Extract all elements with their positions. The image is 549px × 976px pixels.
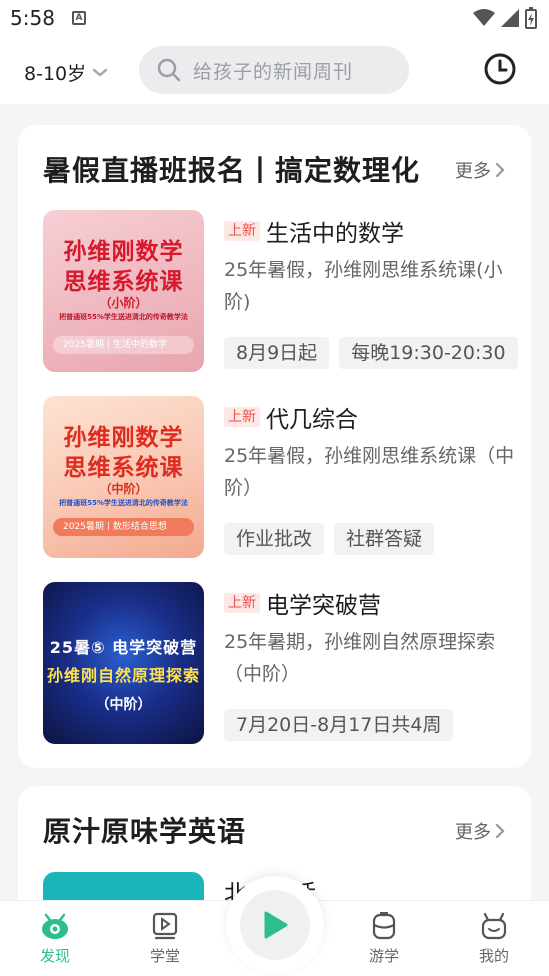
tab-label: 学堂 — [149, 947, 180, 965]
more-label: 更多 — [455, 822, 491, 843]
course-title-row: 上新 生活中的数学 — [224, 214, 404, 248]
wifi-icon — [473, 9, 495, 26]
course-thumbnail: 孙维刚数学 思维系统课 （小阶） 把普通班55%学生送进清北的传奇教学法 202… — [43, 210, 204, 372]
course-tag: 8月9日起 — [224, 337, 330, 369]
status-time: 5:58 — [10, 6, 55, 30]
top-header: 8-10岁 给孩子的新闻周刊 — [0, 40, 549, 104]
section-title: 原汁原味学英语 — [43, 815, 247, 848]
course-name: 代几综合 — [266, 407, 358, 433]
more-link[interactable]: 更多 — [455, 818, 505, 844]
course-tag: 7月20日-8月17日共4周 — [224, 709, 454, 741]
tab-discover[interactable]: 发现 — [20, 911, 90, 966]
chevron-right-icon — [495, 823, 505, 839]
course-name: 电学突破营 — [266, 593, 381, 619]
thumb-footer: 2025暑期丨生活中的数学 — [53, 336, 194, 354]
thumb-line1: 25暑⑤ 电学突破营 — [49, 638, 198, 657]
summer-live-class-section: 暑假直播班报名丨搞定数理化 更多 孙维刚数学 思维系统课 （小阶） 把普通班55… — [18, 125, 531, 768]
play-button-inner — [240, 890, 310, 960]
course-item[interactable]: 孙维刚数学 思维系统课 （中阶） 把普通班55%学生送进清北的传奇教学法 202… — [43, 396, 523, 558]
course-description: 25年暑期，孙维刚自然原理探索（中阶） — [224, 631, 496, 685]
play-button[interactable] — [226, 876, 324, 974]
tab-label: 我的 — [478, 947, 509, 965]
thumb-stage: （中阶） — [95, 697, 152, 713]
new-badge: 上新 — [224, 407, 260, 427]
sim-icon: A — [72, 11, 86, 25]
thumb-line2: 孙维刚自然原理探索 — [46, 666, 200, 685]
thumb-line1: 孙维刚数学 — [63, 425, 184, 451]
course-thumbnail: 25暑⑤ 电学突破营 孙维刚自然原理探索 （中阶） — [43, 582, 204, 744]
age-label: 8-10岁 — [24, 63, 87, 85]
course-title-row: 上新 代几综合 — [224, 400, 358, 434]
tab-classroom[interactable]: 学堂 — [130, 911, 200, 966]
course-tag: 每晚19:30-20:30 — [339, 337, 518, 369]
tab-label: 发现 — [39, 947, 70, 965]
thumb-line2: 思维系统课 — [63, 269, 184, 295]
video-course-icon — [152, 912, 178, 940]
course-description: 25年暑假，孙维刚思维系统课(小阶) — [224, 259, 503, 313]
search-icon — [157, 58, 181, 82]
thumb-line2: 思维系统课 — [63, 455, 184, 481]
more-link[interactable]: 更多 — [455, 157, 505, 183]
course-tag: 社群答疑 — [334, 523, 435, 555]
tab-label: 游学 — [368, 947, 399, 965]
course-tags: 作业批改 社群答疑 — [224, 523, 524, 555]
course-description: 25年暑假，孙维刚思维系统课（中阶） — [224, 445, 515, 499]
course-tags: 7月20日-8月17日共4周 — [224, 709, 524, 741]
thumb-stage: （小阶） — [99, 296, 148, 310]
course-tag: 作业批改 — [224, 523, 325, 555]
signal-icon — [501, 9, 519, 27]
course-info: 上新 生活中的数学 25年暑假，孙维刚思维系统课(小阶) 8月9日起 每晚19:… — [224, 210, 524, 372]
course-info: 上新 电学突破营 25年暑期，孙维刚自然原理探索（中阶） 7月20日-8月17日… — [224, 582, 524, 744]
course-item[interactable]: 25暑⑤ 电学突破营 孙维刚自然原理探索 （中阶） 上新 电学突破营 25年暑期… — [43, 582, 523, 744]
search-input[interactable]: 给孩子的新闻周刊 — [139, 46, 409, 94]
age-selector[interactable]: 8-10岁 — [24, 59, 108, 86]
history-clock-icon[interactable] — [483, 52, 517, 86]
discover-icon — [42, 913, 68, 939]
robot-profile-icon — [481, 912, 507, 940]
thumb-line1: 孙维刚数学 — [63, 239, 184, 265]
thumb-tagline: 把普通班55%学生送进清北的传奇教学法 — [59, 499, 188, 507]
course-tags: 8月9日起 每晚19:30-20:30 — [224, 337, 524, 369]
thumb-footer: 2025暑期丨数形结合思想 — [53, 518, 194, 536]
chevron-down-icon — [92, 68, 108, 77]
search-placeholder: 给孩子的新闻周刊 — [193, 60, 354, 83]
course-info: 上新 代几综合 25年暑假，孙维刚思维系统课（中阶） 作业批改 社群答疑 — [224, 396, 524, 558]
backpack-icon — [372, 912, 396, 940]
new-badge: 上新 — [224, 593, 260, 613]
status-icons — [473, 7, 537, 29]
status-bar: 5:58 A — [0, 0, 549, 40]
more-label: 更多 — [455, 161, 491, 182]
new-badge: 上新 — [224, 221, 260, 241]
thumb-stage: （中阶） — [99, 482, 148, 496]
course-item[interactable]: 孙维刚数学 思维系统课 （小阶） 把普通班55%学生送进清北的传奇教学法 202… — [43, 210, 523, 372]
course-name: 生活中的数学 — [266, 221, 404, 247]
tab-study-tour[interactable]: 游学 — [349, 911, 419, 966]
battery-icon — [525, 7, 537, 29]
tab-me[interactable]: 我的 — [459, 911, 529, 966]
thumb-tagline: 把普通班55%学生送进清北的传奇教学法 — [59, 313, 188, 321]
chevron-right-icon — [495, 162, 505, 178]
course-thumbnail: 孙维刚数学 思维系统课 （中阶） 把普通班55%学生送进清北的传奇教学法 202… — [43, 396, 204, 558]
section-title: 暑假直播班报名丨搞定数理化 — [43, 154, 421, 187]
course-title-row: 上新 电学突破营 — [224, 586, 381, 620]
play-icon — [264, 911, 288, 939]
